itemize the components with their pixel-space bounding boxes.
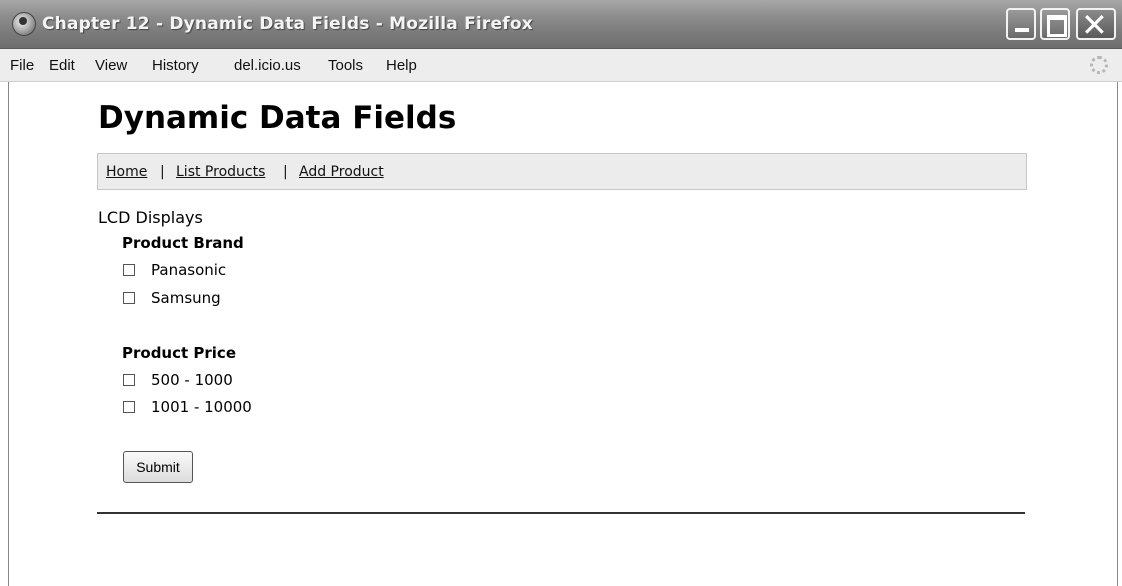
product-price-label: Product Price (122, 344, 236, 362)
throbber-icon (1090, 56, 1108, 74)
maximize-icon (1047, 15, 1067, 37)
nav-separator: | (283, 164, 288, 180)
menu-bar: File Edit View History del.icio.us Tools… (0, 49, 1122, 82)
checkbox[interactable] (123, 292, 135, 304)
menu-delicious[interactable]: del.icio.us (234, 57, 301, 74)
minimize-button[interactable] (1006, 8, 1036, 40)
menu-help[interactable]: Help (386, 57, 417, 74)
window-title: Chapter 12 - Dynamic Data Fields - Mozil… (42, 14, 533, 34)
browser-window: Chapter 12 - Dynamic Data Fields - Mozil… (0, 0, 1122, 586)
checkbox-label: 1001 - 10000 (151, 398, 252, 416)
nav-add-product-link[interactable]: Add Product (299, 164, 384, 180)
checkbox-label: Samsung (151, 289, 221, 307)
page-title: Dynamic Data Fields (98, 100, 457, 136)
title-bar: Chapter 12 - Dynamic Data Fields - Mozil… (0, 0, 1122, 49)
menu-file[interactable]: File (10, 57, 34, 74)
maximize-button[interactable] (1040, 8, 1070, 40)
nav-bar: Home | List Products | Add Product (97, 153, 1027, 190)
menu-edit[interactable]: Edit (49, 57, 75, 74)
checkbox-label: 500 - 1000 (151, 371, 233, 389)
close-icon: ✕ (1081, 6, 1108, 44)
submit-button[interactable]: Submit (123, 451, 193, 483)
horizontal-rule (97, 512, 1025, 514)
product-brand-label: Product Brand (122, 234, 244, 252)
nav-home-link[interactable]: Home (106, 164, 147, 180)
menu-tools[interactable]: Tools (328, 57, 363, 74)
category-heading: LCD Displays (98, 208, 203, 227)
checkbox[interactable] (123, 401, 135, 413)
nav-separator: | (160, 164, 165, 180)
close-button[interactable]: ✕ (1076, 6, 1116, 44)
checkbox-label: Panasonic (151, 261, 227, 279)
firefox-icon (12, 12, 36, 36)
nav-list-products-link[interactable]: List Products (176, 164, 265, 180)
menu-history[interactable]: History (152, 57, 199, 74)
checkbox[interactable] (123, 264, 135, 276)
checkbox[interactable] (123, 374, 135, 386)
minimize-icon (1015, 28, 1029, 32)
menu-view[interactable]: View (95, 57, 127, 74)
